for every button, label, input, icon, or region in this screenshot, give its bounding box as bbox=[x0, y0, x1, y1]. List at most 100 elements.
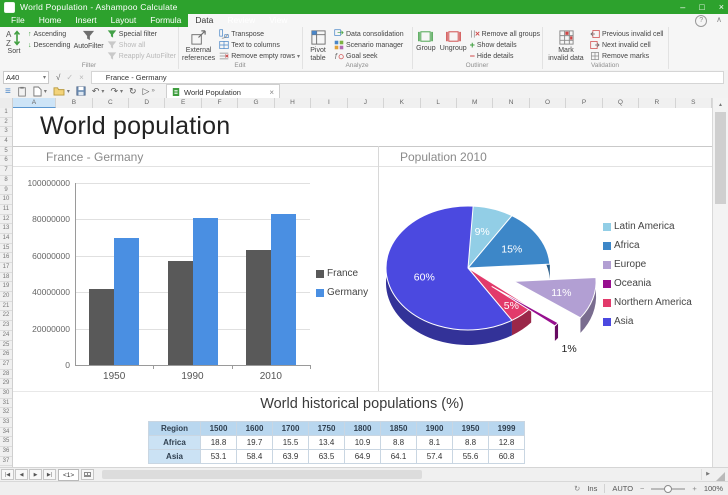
menu-tab-file[interactable]: File bbox=[4, 14, 32, 27]
row-header-26[interactable]: 26 bbox=[0, 350, 12, 360]
ascending-button[interactable]: ↑Ascending bbox=[28, 29, 70, 39]
column-header-R[interactable]: R bbox=[639, 98, 675, 108]
maximize-button[interactable]: □ bbox=[699, 0, 704, 14]
menu-tab-view[interactable]: View bbox=[262, 14, 294, 27]
table-header-cell[interactable]: 1600 bbox=[237, 422, 273, 436]
last-sheet-button[interactable]: ▶| bbox=[43, 469, 56, 480]
help-icon[interactable]: ? bbox=[695, 15, 707, 27]
table-value-cell[interactable]: 15.5 bbox=[273, 436, 309, 450]
mark-invalid-data-button[interactable]: Mark invalid data bbox=[545, 29, 587, 62]
scroll-right-icon[interactable]: ▶ bbox=[701, 469, 714, 480]
more-tools-icon[interactable]: » bbox=[151, 88, 154, 94]
row-header-20[interactable]: 20 bbox=[0, 292, 12, 302]
column-header-G[interactable]: G bbox=[238, 98, 274, 108]
table-value-cell[interactable]: 53.1 bbox=[201, 450, 237, 464]
pie-legend-item-oceania[interactable]: Oceania bbox=[603, 278, 651, 289]
sheet-tab[interactable]: <1> bbox=[58, 469, 79, 481]
table-value-cell[interactable]: 18.8 bbox=[201, 436, 237, 450]
column-header-A[interactable]: A bbox=[13, 98, 56, 108]
column-header-L[interactable]: L bbox=[421, 98, 457, 108]
sheet-canvas[interactable]: World population France - Germany Popula… bbox=[13, 108, 712, 467]
zoom-slider[interactable] bbox=[651, 488, 685, 490]
row-header-3[interactable]: 3 bbox=[0, 127, 12, 137]
row-header-32[interactable]: 32 bbox=[0, 408, 12, 418]
row-header-36[interactable]: 36 bbox=[0, 447, 12, 457]
menu-tab-data[interactable]: Data bbox=[188, 14, 220, 27]
refresh-icon[interactable]: ↻ bbox=[129, 86, 137, 97]
close-button[interactable]: × bbox=[719, 0, 724, 14]
menu-tab-review[interactable]: Review bbox=[220, 14, 262, 27]
table-value-cell[interactable]: 55.6 bbox=[453, 450, 489, 464]
row-header-15[interactable]: 15 bbox=[0, 244, 12, 254]
pie-legend-item-africa[interactable]: Africa bbox=[603, 240, 640, 251]
row-header-22[interactable]: 22 bbox=[0, 311, 12, 321]
special-filter-button[interactable]: Special filter bbox=[107, 29, 176, 39]
select-all-corner[interactable] bbox=[0, 98, 13, 108]
table-header-cell[interactable]: 1850 bbox=[381, 422, 417, 436]
previous-sheet-button[interactable]: ◀ bbox=[15, 469, 28, 480]
undo-icon[interactable]: ↶ bbox=[92, 86, 100, 97]
scenario-manager-button[interactable]: Scenario manager bbox=[334, 40, 404, 50]
pie-legend-item-northern-america[interactable]: Northern America bbox=[603, 297, 692, 308]
next-invalid-cell-button[interactable]: Next invalid cell bbox=[590, 40, 663, 50]
descending-button[interactable]: ↓Descending bbox=[28, 40, 70, 50]
table-header-cell[interactable]: Region bbox=[149, 422, 201, 436]
row-header-8[interactable]: 8 bbox=[0, 176, 12, 186]
pie-legend-item-europe[interactable]: Europe bbox=[603, 259, 646, 270]
remove-empty-rows-button[interactable]: Remove empty rows▾ bbox=[219, 51, 300, 61]
auto-indicator[interactable]: AUTO bbox=[612, 484, 633, 493]
column-header-S[interactable]: S bbox=[676, 98, 712, 108]
open-folder-dropdown-icon[interactable]: ▾ bbox=[67, 88, 70, 95]
menu-tab-formula[interactable]: Formula bbox=[143, 14, 188, 27]
row-header-37[interactable]: 37 bbox=[0, 457, 12, 467]
hide-details-button[interactable]: −Hide details bbox=[470, 51, 540, 61]
close-document-icon[interactable]: × bbox=[269, 88, 274, 97]
column-header-I[interactable]: I bbox=[311, 98, 347, 108]
undo-dropdown-icon[interactable]: ▾ bbox=[101, 88, 104, 95]
pie-legend-item-asia[interactable]: Asia bbox=[603, 316, 633, 327]
row-header-28[interactable]: 28 bbox=[0, 370, 12, 380]
table-value-cell[interactable]: 64.1 bbox=[381, 450, 417, 464]
table-header-cell[interactable]: 1800 bbox=[345, 422, 381, 436]
sort-button[interactable]: AZ Sort bbox=[3, 29, 25, 56]
row-header-2[interactable]: 2 bbox=[0, 118, 12, 128]
row-header-10[interactable]: 10 bbox=[0, 195, 12, 205]
row-header-27[interactable]: 27 bbox=[0, 360, 12, 370]
table-header-cell[interactable]: 1999 bbox=[489, 422, 525, 436]
column-header-J[interactable]: J bbox=[348, 98, 384, 108]
menu-tab-home[interactable]: Home bbox=[32, 14, 69, 27]
table-header-cell[interactable]: 1900 bbox=[417, 422, 453, 436]
table-value-cell[interactable]: 12.8 bbox=[489, 436, 525, 450]
row-header-18[interactable]: 18 bbox=[0, 273, 12, 283]
table-value-cell[interactable]: 58.4 bbox=[237, 450, 273, 464]
new-document-dropdown-icon[interactable]: ▾ bbox=[44, 88, 47, 95]
table-value-cell[interactable]: 8.8 bbox=[453, 436, 489, 450]
row-header-12[interactable]: 12 bbox=[0, 215, 12, 225]
table-value-cell[interactable]: 64.9 bbox=[345, 450, 381, 464]
minimize-button[interactable]: – bbox=[680, 0, 685, 14]
vertical-scroll-thumb[interactable] bbox=[715, 112, 726, 204]
row-header-9[interactable]: 9 bbox=[0, 186, 12, 196]
goal-seek-button[interactable]: fGoal seek bbox=[334, 51, 404, 61]
confirm-entry-icon[interactable]: ✓ bbox=[66, 73, 73, 82]
recalculate-icon[interactable]: ↻ bbox=[574, 484, 580, 493]
zoom-out-icon[interactable]: − bbox=[640, 484, 644, 493]
horizontal-scroll-thumb[interactable] bbox=[102, 470, 422, 479]
column-header-C[interactable]: C bbox=[93, 98, 129, 108]
row-header-7[interactable]: 7 bbox=[0, 166, 12, 176]
column-header-H[interactable]: H bbox=[275, 98, 311, 108]
column-header-E[interactable]: E bbox=[165, 98, 201, 108]
row-header-34[interactable]: 34 bbox=[0, 428, 12, 438]
table-header-cell[interactable]: 1950 bbox=[453, 422, 489, 436]
external-references-button[interactable]: External references bbox=[181, 29, 216, 62]
row-header-5[interactable]: 5 bbox=[0, 147, 12, 157]
column-header-D[interactable]: D bbox=[129, 98, 165, 108]
zoom-in-icon[interactable]: + bbox=[692, 484, 696, 493]
row-header-19[interactable]: 19 bbox=[0, 282, 12, 292]
cell-reference-box[interactable]: A40 ▾ bbox=[3, 71, 49, 84]
column-header-N[interactable]: N bbox=[493, 98, 529, 108]
first-sheet-button[interactable]: |◀ bbox=[1, 469, 14, 480]
row-header-21[interactable]: 21 bbox=[0, 302, 12, 312]
table-value-cell[interactable]: 63.5 bbox=[309, 450, 345, 464]
column-header-M[interactable]: M bbox=[457, 98, 493, 108]
